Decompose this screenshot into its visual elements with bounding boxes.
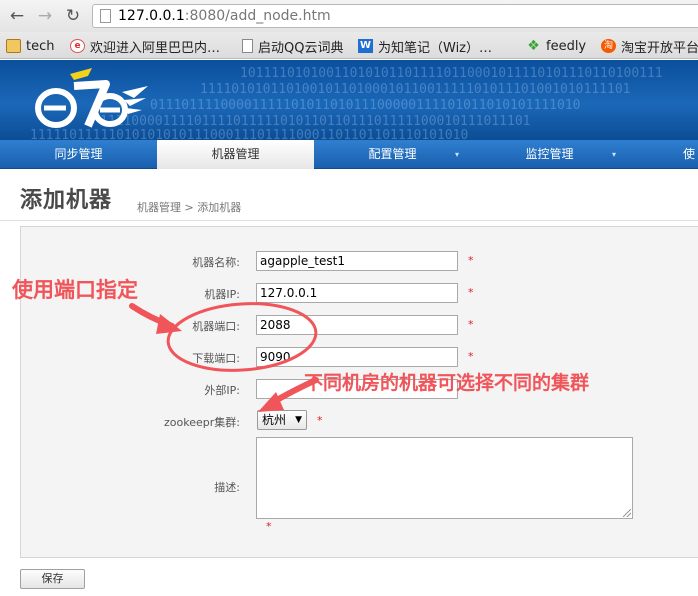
zookeeper-cluster-select[interactable]: 杭州 ▼ xyxy=(257,410,307,430)
bookmark-tech[interactable]: tech xyxy=(6,36,54,56)
menu-config[interactable]: 配置管理 xyxy=(314,140,471,169)
back-arrow-icon[interactable]: ← xyxy=(6,5,28,27)
required-marker: * xyxy=(468,318,474,331)
divider xyxy=(0,220,698,221)
description-label: 描述: xyxy=(214,481,240,494)
url-text: 127.0.0.1:8080/add_node.htm xyxy=(118,8,331,24)
breadcrumb: 机器管理 > 添加机器 xyxy=(137,201,242,214)
address-bar[interactable]: 127.0.0.1:8080/add_node.htm xyxy=(92,4,698,28)
bookmark-label: 为知笔记（Wiz）… xyxy=(378,40,493,56)
bookmark-label: tech xyxy=(26,38,55,54)
forward-arrow-icon[interactable]: → xyxy=(34,5,56,27)
download-port-label: 下载端口: xyxy=(192,352,240,365)
menu-machine[interactable]: 机器管理 xyxy=(157,140,314,169)
menu-use[interactable]: 使 xyxy=(628,140,698,169)
bookmark-feedly[interactable]: ❖ feedly xyxy=(526,36,586,56)
main-menu: 同步管理 机器管理 配置管理 ▾ 监控管理 ▾ 使 xyxy=(0,140,698,169)
annotation-port-note: 使用端口指定 xyxy=(12,278,138,302)
required-marker: * xyxy=(468,286,474,299)
menu-sync[interactable]: 同步管理 xyxy=(0,140,157,169)
required-marker: * xyxy=(468,254,474,267)
site-banner: 1011110101001101010110111101100010111101… xyxy=(0,60,698,140)
required-marker: * xyxy=(468,350,474,363)
bookmark-label: 启动QQ云词典 xyxy=(258,40,344,56)
page-title: 添加机器 xyxy=(20,188,113,213)
chevron-down-icon[interactable]: ▾ xyxy=(455,140,459,169)
menu-monitor[interactable]: 监控管理 xyxy=(471,140,628,169)
zookeeper-selected-value: 杭州 xyxy=(262,413,287,427)
binary-pattern: 1111000011110111101111101011011011101111… xyxy=(100,114,531,129)
required-marker: * xyxy=(266,520,272,533)
document-icon xyxy=(242,39,253,53)
description-textarea[interactable] xyxy=(256,437,633,519)
bookmark-qq-dict[interactable]: 启动QQ云词典 xyxy=(242,36,343,56)
download-port-input[interactable] xyxy=(256,347,458,367)
page-icon xyxy=(100,9,111,23)
reload-icon[interactable]: ↻ xyxy=(62,5,84,27)
chevron-down-icon: ▼ xyxy=(295,415,302,425)
annotation-cluster-note: 不同机房的机器可选择不同的集群 xyxy=(304,372,590,394)
node-port-label: 机器端口: xyxy=(192,320,240,333)
bookmark-label: 欢迎进入阿里巴巴内… xyxy=(90,40,221,56)
resize-handle-icon[interactable] xyxy=(623,509,631,517)
binary-pattern: 1011110101001101010110111101100010111101… xyxy=(240,66,663,81)
bookmark-taobao[interactable]: 淘 淘宝开放平台 xyxy=(601,36,698,56)
bookmark-label: 淘宝开放平台 xyxy=(621,40,698,56)
bookmark-wiz[interactable]: W 为知笔记（Wiz）… xyxy=(358,36,492,56)
node-name-label: 机器名称: xyxy=(192,256,240,269)
zookeeper-cluster-label: zookeepr集群: xyxy=(164,416,240,429)
save-button[interactable]: 保存 xyxy=(20,569,85,589)
required-marker: * xyxy=(317,414,323,427)
chevron-down-icon[interactable]: ▾ xyxy=(612,140,616,169)
otter-logo-icon xyxy=(35,68,148,128)
binary-pattern: 0111011110000111110101101011100000111101… xyxy=(150,98,581,113)
alibaba-icon: e xyxy=(70,39,85,53)
folder-icon xyxy=(6,39,21,53)
wiz-icon: W xyxy=(358,39,373,53)
node-port-input[interactable] xyxy=(256,315,458,335)
external-ip-label: 外部IP: xyxy=(204,384,240,397)
taobao-icon: 淘 xyxy=(601,39,616,53)
bookmark-alibaba[interactable]: e 欢迎进入阿里巴巴内… xyxy=(70,36,220,56)
binary-pattern: 1111010101101001011010001011001111101011… xyxy=(200,82,631,97)
browser-toolbar: ← → ↻ 127.0.0.1:8080/add_node.htm xyxy=(0,0,698,32)
node-name-input[interactable] xyxy=(256,251,458,271)
bookmark-label: feedly xyxy=(546,38,587,54)
feedly-icon: ❖ xyxy=(527,38,540,54)
node-ip-input[interactable] xyxy=(256,283,458,303)
bookmarks-bar: tech e 欢迎进入阿里巴巴内… 启动QQ云词典 W 为知笔记（Wiz）… ❖… xyxy=(0,32,698,59)
